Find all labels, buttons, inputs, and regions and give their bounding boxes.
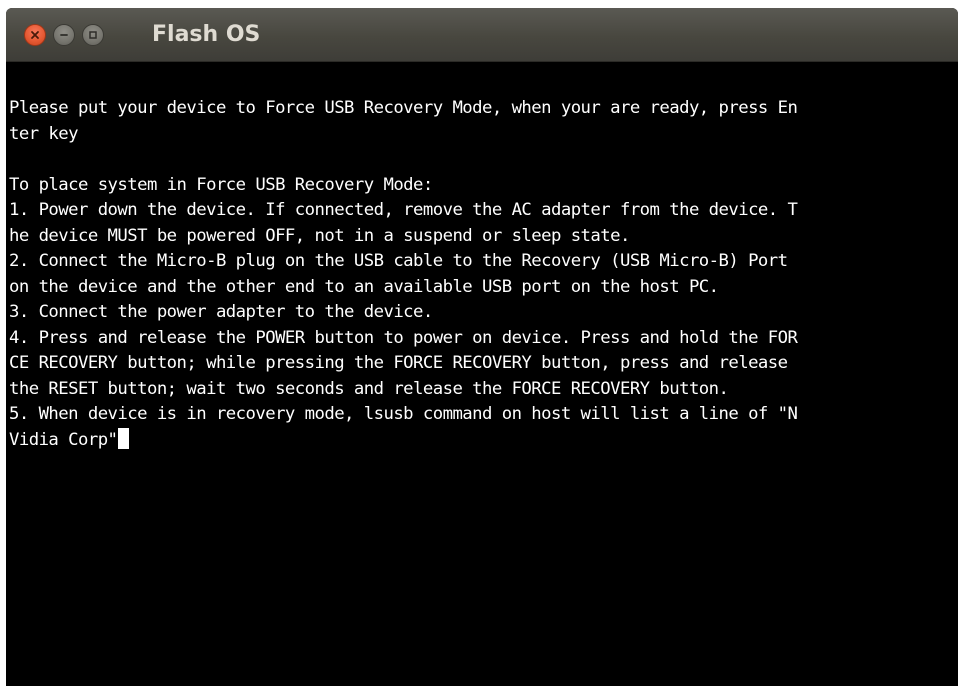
maximize-icon (88, 30, 98, 40)
terminal-line-text: Vidia Corp" (9, 429, 118, 450)
terminal-line: 5. When device is in recovery mode, lsus… (9, 404, 798, 424)
terminal-line: 4. Press and release the POWER button to… (9, 327, 798, 348)
minimize-icon (59, 30, 69, 40)
terminal-line: he device MUST be powered OFF, not in a … (9, 225, 630, 246)
terminal-line: 1. Power down the device. If connected, … (9, 200, 798, 220)
terminal-output[interactable]: Please put your device to Force USB Reco… (6, 62, 958, 686)
terminal-line: ter key (9, 123, 79, 144)
terminal-cursor (118, 427, 130, 449)
terminal-line: CE RECOVERY button; while pressing the F… (9, 353, 788, 373)
terminal-line: the RESET button; wait two seconds and r… (9, 378, 729, 399)
terminal-line: 3. Connect the power adapter to the devi… (9, 302, 433, 322)
close-icon (30, 30, 40, 40)
terminal-line-last: Vidia Corp" (9, 427, 958, 454)
close-button[interactable] (24, 24, 46, 46)
maximize-button[interactable] (82, 24, 104, 46)
title-bar[interactable]: Flash OS (6, 8, 958, 62)
terminal-window: Flash OS Please put your device to Force… (6, 8, 958, 686)
minimize-button[interactable] (53, 24, 75, 46)
terminal-line: To place system in Force USB Recovery Mo… (9, 174, 433, 195)
terminal-line: Please put your device to Force USB Reco… (9, 98, 798, 118)
terminal-line: 2. Connect the Micro-B plug on the USB c… (9, 251, 788, 271)
window-title: Flash OS (152, 22, 261, 47)
terminal-line: on the device and the other end to an av… (9, 276, 719, 297)
